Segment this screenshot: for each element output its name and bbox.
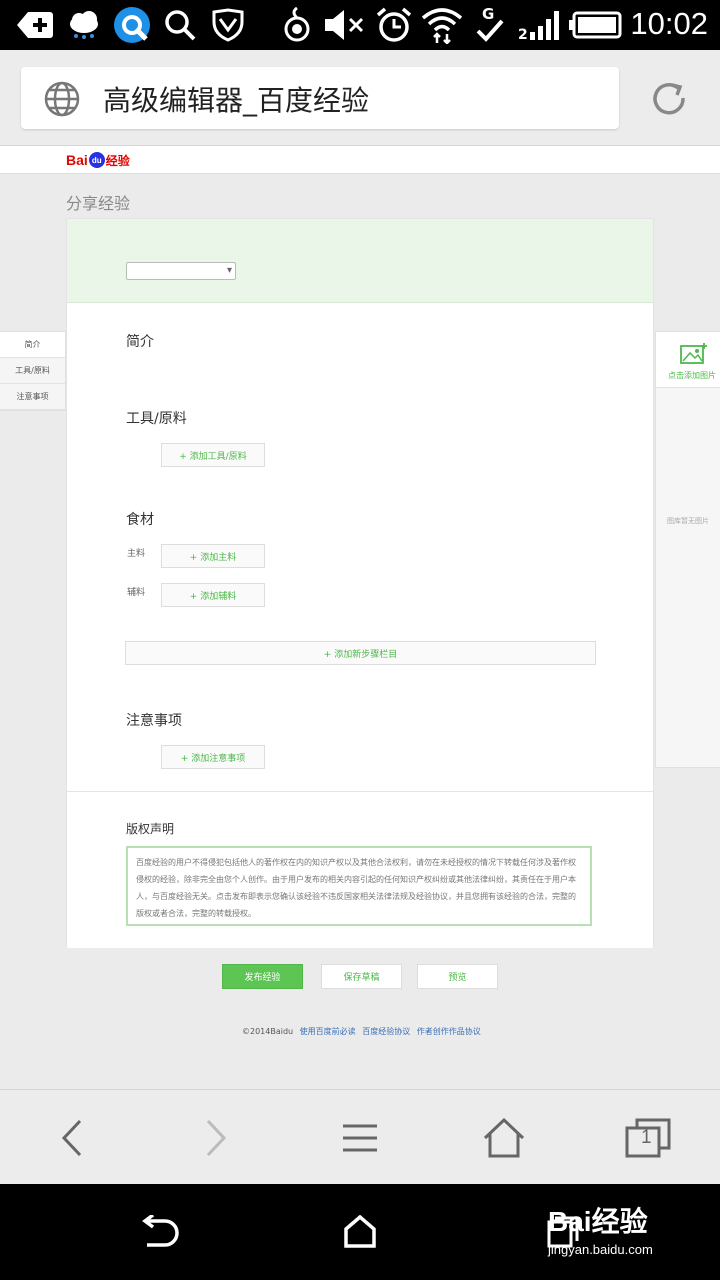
- baidu-jingyan-watermark: Bai经验 jingyan.baidu.com: [548, 1200, 653, 1257]
- section-title-ingredients: 食材: [126, 512, 154, 528]
- android-home-icon[interactable]: [335, 1210, 385, 1254]
- category-select[interactable]: ▾: [126, 262, 236, 280]
- category-area: ▾: [67, 219, 653, 303]
- add-note-button[interactable]: + 添加注意事项: [161, 745, 265, 769]
- clock: 10:02: [630, 6, 708, 41]
- url-field[interactable]: 高级编辑器_百度经验: [21, 67, 619, 129]
- chevron-down-icon: ▾: [226, 265, 232, 276]
- section-title-copyright: 版权声明: [126, 822, 175, 836]
- section-title-tools: 工具/原料: [126, 411, 187, 427]
- reload-icon[interactable]: [650, 80, 690, 124]
- wifi-icon: [420, 8, 464, 44]
- forward-icon[interactable]: [190, 1116, 240, 1160]
- browser-q-icon: [112, 7, 152, 43]
- nav-item-intro[interactable]: 简介: [0, 332, 65, 358]
- tab-count: 1: [641, 1127, 652, 1148]
- browser-toolbar: 1: [0, 1089, 720, 1184]
- add-notification-icon: [16, 8, 54, 42]
- menu-icon[interactable]: [335, 1116, 385, 1160]
- signal-icon: 2: [518, 8, 562, 42]
- section-title-notes: 注意事项: [126, 713, 182, 729]
- search-icon: [162, 8, 198, 42]
- footer-link-author-agreement[interactable]: 作者创作作品协议: [417, 1027, 481, 1036]
- tabs-icon[interactable]: 1: [623, 1116, 673, 1160]
- gallery-empty-text: 图库暂无图片: [667, 517, 709, 525]
- browser-url-bar: 高级编辑器_百度经验: [0, 50, 720, 146]
- status-bar: G 2 10:02: [0, 0, 720, 50]
- copyright-section: 版权声明 百度经验的用户不得侵犯包括他人的著作权在内的知识产权以及其他合法权利，…: [67, 791, 653, 948]
- mobile-data-g-icon: G: [472, 5, 508, 42]
- main-ingredient-label: 主料: [127, 549, 146, 559]
- alarm-icon: [374, 7, 414, 42]
- globe-icon: [43, 80, 81, 122]
- site-header: Bai du 经验: [0, 146, 720, 174]
- share-experience-title: 分享经验: [66, 194, 131, 213]
- svg-text:2: 2: [518, 27, 528, 42]
- nfc-icon: [282, 7, 312, 42]
- android-nav-bar: Bai经验 jingyan.baidu.com: [0, 1184, 720, 1280]
- footer-link-read-first[interactable]: 使用百度前必读: [300, 1027, 356, 1036]
- footer-link-agreement[interactable]: 百度经验协议: [362, 1027, 410, 1036]
- svg-text:G: G: [482, 5, 494, 23]
- save-draft-button[interactable]: 保存草稿: [321, 964, 402, 989]
- section-nav: 简介 工具/原料 注意事项: [0, 331, 66, 411]
- add-tool-button[interactable]: + 添加工具/原料: [161, 443, 265, 467]
- home-icon[interactable]: [479, 1116, 529, 1160]
- back-icon[interactable]: [48, 1116, 98, 1160]
- page-footer: ©2014Baidu 使用百度前必读 百度经验协议 作者创作作品协议: [242, 1026, 481, 1037]
- baidu-jingyan-logo[interactable]: Bai du 经验: [66, 149, 130, 171]
- mute-icon: [322, 8, 366, 42]
- publish-button[interactable]: 发布经验: [222, 964, 303, 989]
- editor-card: ▾ 简介 工具/原料 + 添加工具/原料 食材 主料 + 添加主料 辅料 + 添…: [66, 218, 654, 948]
- section-title-intro: 简介: [126, 334, 154, 350]
- add-image-label: 点击添加图片: [668, 371, 716, 380]
- add-step-section-button[interactable]: + 添加新步骤栏目: [125, 641, 596, 665]
- android-back-icon[interactable]: [134, 1210, 184, 1254]
- nav-item-tools[interactable]: 工具/原料: [0, 358, 65, 384]
- footer-copyright: ©2014Baidu: [242, 1027, 294, 1036]
- watermark-logo: Bai经验: [548, 1206, 648, 1237]
- nav-item-notes[interactable]: 注意事项: [0, 384, 65, 410]
- preview-button[interactable]: 预览: [417, 964, 498, 989]
- weather-cloud-icon: [66, 8, 102, 42]
- image-add-icon: [677, 342, 709, 370]
- image-panel: 点击添加图片 图库暂无图片: [655, 331, 720, 768]
- watermark-url: jingyan.baidu.com: [548, 1242, 653, 1257]
- add-main-ingredient-button[interactable]: + 添加主料: [161, 544, 265, 568]
- shield-icon: [210, 8, 246, 42]
- page-title: 高级编辑器_百度经验: [103, 84, 370, 117]
- battery-icon: [568, 8, 622, 42]
- add-image-button[interactable]: 点击添加图片: [656, 332, 720, 388]
- add-aux-ingredient-button[interactable]: + 添加辅料: [161, 583, 265, 607]
- copyright-text: 百度经验的用户不得侵犯包括他人的著作权在内的知识产权以及其他合法权利，请勿在未经…: [126, 846, 592, 926]
- web-content: Bai du 经验 分享经验 简介 工具/原料 注意事项 点击添加图片 图库暂无…: [0, 146, 720, 1089]
- aux-ingredient-label: 辅料: [127, 588, 146, 598]
